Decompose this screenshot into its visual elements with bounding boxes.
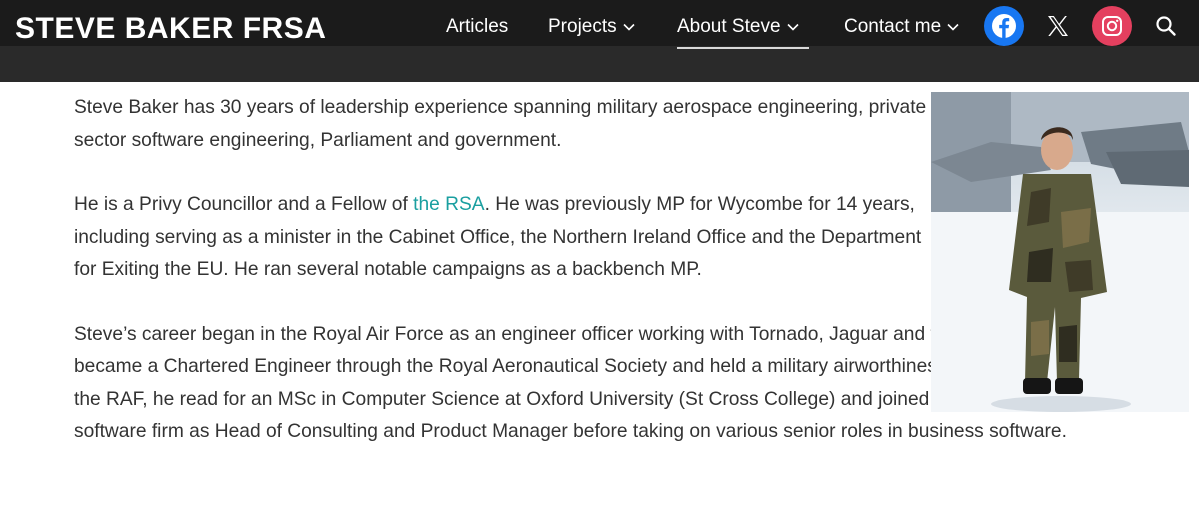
text-run: He is a Privy Councillor and a Fellow of xyxy=(74,194,414,215)
facebook-icon xyxy=(992,14,1016,38)
x-icon xyxy=(1048,16,1068,36)
facebook-link[interactable] xyxy=(984,6,1024,46)
portrait-photo xyxy=(931,92,1189,412)
nav-item-articles[interactable]: Articles xyxy=(446,16,508,38)
header-band xyxy=(0,46,1199,82)
nav-label: Projects xyxy=(548,16,617,37)
nav-label: About Steve xyxy=(677,16,781,37)
instagram-icon xyxy=(1102,16,1122,36)
nav-item-projects[interactable]: Projects xyxy=(548,16,635,38)
rsa-link[interactable]: the RSA xyxy=(413,194,484,215)
chevron-down-icon xyxy=(623,23,635,31)
chevron-down-icon xyxy=(786,23,799,31)
nav-label: Contact me xyxy=(844,16,942,37)
site-header: STEVE BAKER FRSA Articles Projects About… xyxy=(0,0,1199,82)
site-title[interactable]: STEVE BAKER FRSA xyxy=(15,12,326,46)
photo-illustration xyxy=(931,92,1189,412)
paragraph-roles: He is a Privy Councillor and a Fellow of… xyxy=(74,189,934,287)
x-link[interactable] xyxy=(1038,6,1078,46)
search-icon[interactable] xyxy=(1155,15,1177,37)
nav-item-about-steve[interactable]: About Steve xyxy=(677,16,799,38)
instagram-link[interactable] xyxy=(1092,6,1132,46)
article-body: Steve Baker has 30 years of leadership e… xyxy=(74,92,1173,481)
nav-active-indicator xyxy=(677,47,809,49)
paragraph-intro: Steve Baker has 30 years of leadership e… xyxy=(74,97,927,151)
nav-item-contact-me[interactable]: Contact me xyxy=(844,16,959,38)
nav-label: Articles xyxy=(446,16,509,37)
chevron-down-icon xyxy=(947,23,959,31)
